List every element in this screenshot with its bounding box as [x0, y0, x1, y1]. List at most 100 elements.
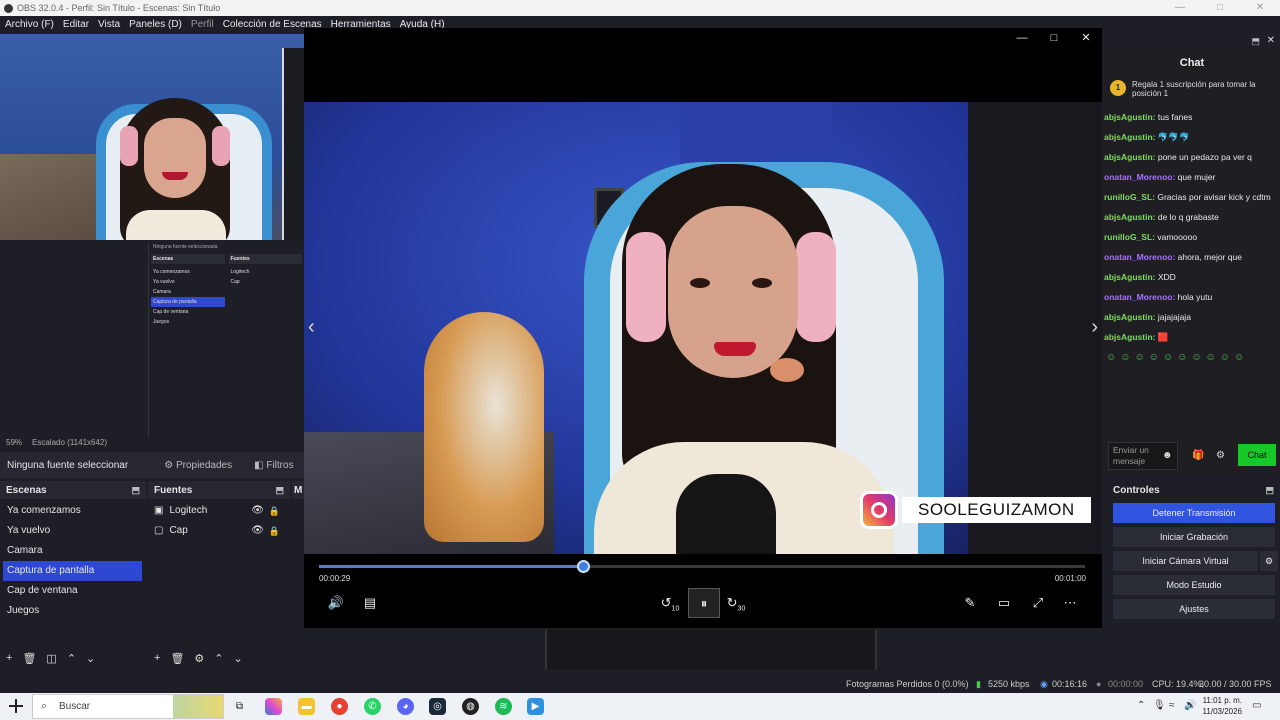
emote-bar[interactable]: ☺ ☺ ☺ ☺ ☺ ☺ ☺ ☺ ☺ ☺ — [1104, 352, 1280, 363]
chat-username[interactable]: abjsAgustin: — [1104, 272, 1155, 282]
visibility-eye-icon[interactable]: 👁 — [251, 521, 264, 541]
remove-scene-icon[interactable]: 🗑 — [22, 652, 36, 665]
chat-username[interactable]: abjsAgustin: — [1104, 312, 1155, 322]
menu-archivo[interactable]: Archivo (F) — [5, 19, 54, 30]
mic-icon[interactable]: 🎙 — [1153, 700, 1166, 711]
player-minimize-button[interactable]: — — [1006, 28, 1038, 48]
emote-icon[interactable]: ☺ — [1220, 352, 1230, 363]
source-item-cap[interactable]: ▢ Cap 👁 🔒 — [148, 521, 290, 541]
menu-editar[interactable]: Editar — [63, 19, 89, 30]
dock-close-icon[interactable]: ✕ — [1267, 35, 1275, 46]
dock-popout-icon[interactable]: ⬒ — [1251, 36, 1260, 47]
steam-icon[interactable]: ◎ — [429, 698, 446, 715]
chat-settings-icon[interactable]: ⚙ — [1216, 450, 1225, 461]
tray-chevron-icon[interactable]: ⌃ — [1137, 700, 1145, 711]
wifi-icon[interactable]: ≈ — [1169, 700, 1175, 711]
studio-mode-button[interactable]: Modo Estudio — [1113, 575, 1275, 595]
close-button[interactable]: ✕ — [1240, 0, 1280, 16]
emote-icon[interactable]: ☺ — [1177, 352, 1187, 363]
obs-icon[interactable]: ◍ — [462, 698, 479, 715]
fullscreen-icon[interactable]: ⤢ — [1028, 594, 1048, 612]
emote-icon[interactable]: ☺ — [1163, 352, 1173, 363]
player-maximize-button[interactable]: □ — [1038, 28, 1070, 48]
chat-username[interactable]: onatan_Morenoo: — [1104, 172, 1175, 182]
dock-popout-icon[interactable]: ⬒ — [275, 485, 284, 496]
notifications-icon[interactable]: ▭ — [1252, 700, 1261, 711]
chat-username[interactable]: abjsAgustin: — [1104, 332, 1155, 342]
seek-bar[interactable] — [319, 560, 1085, 573]
chat-username[interactable]: runilloG_SL: — [1104, 192, 1155, 202]
video-frame[interactable]: ‹ › SOOLEGUIZAMON — [304, 102, 1102, 554]
gear-icon[interactable]: ⚙ — [1260, 551, 1278, 571]
menu-perfil[interactable]: Perfil — [191, 19, 214, 30]
pause-button[interactable]: ⏸ — [688, 588, 720, 618]
stop-stream-button[interactable]: Detener Transmisión — [1113, 503, 1275, 523]
emote-icon[interactable]: ☺ — [1206, 352, 1216, 363]
rewind-10-icon[interactable]: ↺10 — [660, 594, 680, 613]
zoom-level[interactable]: 59% — [6, 438, 22, 447]
source-settings-icon[interactable]: ⚙ — [194, 652, 204, 665]
media-player-icon[interactable]: ▶ — [527, 698, 544, 715]
edit-pencil-icon[interactable]: ✎ — [960, 594, 980, 612]
emote-icon[interactable]: ☺ — [1149, 352, 1159, 363]
visibility-eye-icon[interactable]: 👁 — [251, 501, 264, 521]
menu-vista[interactable]: Vista — [98, 19, 120, 30]
scene-item[interactable]: Ya vuelvo — [0, 521, 146, 541]
move-down-icon[interactable]: ⌄ — [86, 652, 95, 665]
gift-icon[interactable]: 🎁 — [1192, 450, 1204, 461]
chat-username[interactable]: abjsAgustin: — [1104, 152, 1155, 162]
remove-source-icon[interactable]: 🗑 — [170, 652, 184, 665]
virtual-camera-button[interactable]: Iniciar Cámara Virtual ⚙ — [1113, 551, 1278, 571]
scene-item[interactable]: Ya comenzamos — [0, 501, 146, 521]
copilot-icon[interactable] — [265, 698, 282, 715]
miniplayer-icon[interactable]: ▭ — [994, 594, 1014, 612]
prev-arrow-icon[interactable]: ‹ — [308, 316, 315, 339]
task-view-icon[interactable]: ⧉ — [231, 698, 248, 715]
volume-icon[interactable]: 🔊 — [1184, 700, 1196, 711]
chat-username[interactable]: abjsAgustin: — [1104, 132, 1155, 142]
start-icon[interactable] — [9, 699, 23, 713]
dock-popout-icon[interactable]: ⬒ — [131, 485, 140, 496]
discord-icon[interactable]: ◕ — [397, 698, 414, 715]
whatsapp-icon[interactable]: ✆ — [364, 698, 381, 715]
next-arrow-icon[interactable]: › — [1091, 316, 1098, 339]
move-up-icon[interactable]: ⌃ — [67, 652, 76, 665]
lock-icon[interactable]: 🔒 — [269, 521, 280, 541]
chat-username[interactable]: abjsAgustin: — [1104, 212, 1155, 222]
scene-item-selected[interactable]: Captura de pantalla — [3, 561, 142, 581]
seek-knob[interactable] — [577, 560, 591, 573]
maximize-button[interactable]: □ — [1200, 0, 1240, 16]
scene-item[interactable]: Camara — [0, 541, 146, 561]
settings-button[interactable]: Ajustes — [1113, 599, 1275, 619]
more-options-icon[interactable]: ⋯ — [1060, 594, 1080, 612]
chrome-icon[interactable]: ● — [331, 698, 348, 715]
forward-30-icon[interactable]: ↻30 — [726, 594, 746, 613]
properties-button[interactable]: ⚙ Propiedades — [164, 460, 232, 471]
chat-username[interactable]: abjsAgustin: — [1104, 112, 1155, 122]
emote-icon[interactable]: ☺ — [1234, 352, 1244, 363]
chat-send-button[interactable]: Chat — [1238, 444, 1276, 466]
emote-icon[interactable]: ☺ — [1191, 352, 1201, 363]
chat-username[interactable]: onatan_Morenoo: — [1104, 252, 1175, 262]
scene-filters-icon[interactable]: ◫ — [46, 652, 56, 665]
move-down-icon[interactable]: ⌄ — [234, 652, 243, 665]
source-item-logitech[interactable]: ▣ Logitech 👁 🔒 — [148, 501, 290, 521]
spotify-icon[interactable]: ≋ — [495, 698, 512, 715]
chat-username[interactable]: onatan_Morenoo: — [1104, 292, 1175, 302]
taskbar-clock[interactable]: 11:01 p. m. 11/03/2026 — [1203, 695, 1242, 717]
scene-item[interactable]: Juegos — [0, 601, 146, 621]
emote-icon[interactable]: ☺ — [1120, 352, 1130, 363]
file-explorer-icon[interactable]: ▬ — [298, 698, 315, 715]
subtitles-icon[interactable]: ▤ — [360, 594, 380, 612]
add-scene-icon[interactable]: + — [6, 652, 12, 665]
player-close-button[interactable]: ✕ — [1070, 28, 1102, 48]
taskbar-search[interactable]: ⌕ Buscar — [32, 694, 224, 719]
volume-icon[interactable]: 🔊 — [326, 594, 346, 612]
emote-icon[interactable]: ☺ — [1106, 352, 1116, 363]
lock-icon[interactable]: 🔒 — [269, 501, 280, 521]
menu-paneles[interactable]: Paneles (D) — [129, 19, 182, 30]
add-source-icon[interactable]: + — [154, 652, 160, 665]
filters-button[interactable]: ◧ Filtros — [254, 460, 293, 471]
dock-popout-icon[interactable]: ⬒ — [1265, 485, 1274, 496]
start-recording-button[interactable]: Iniciar Grabación — [1113, 527, 1275, 547]
